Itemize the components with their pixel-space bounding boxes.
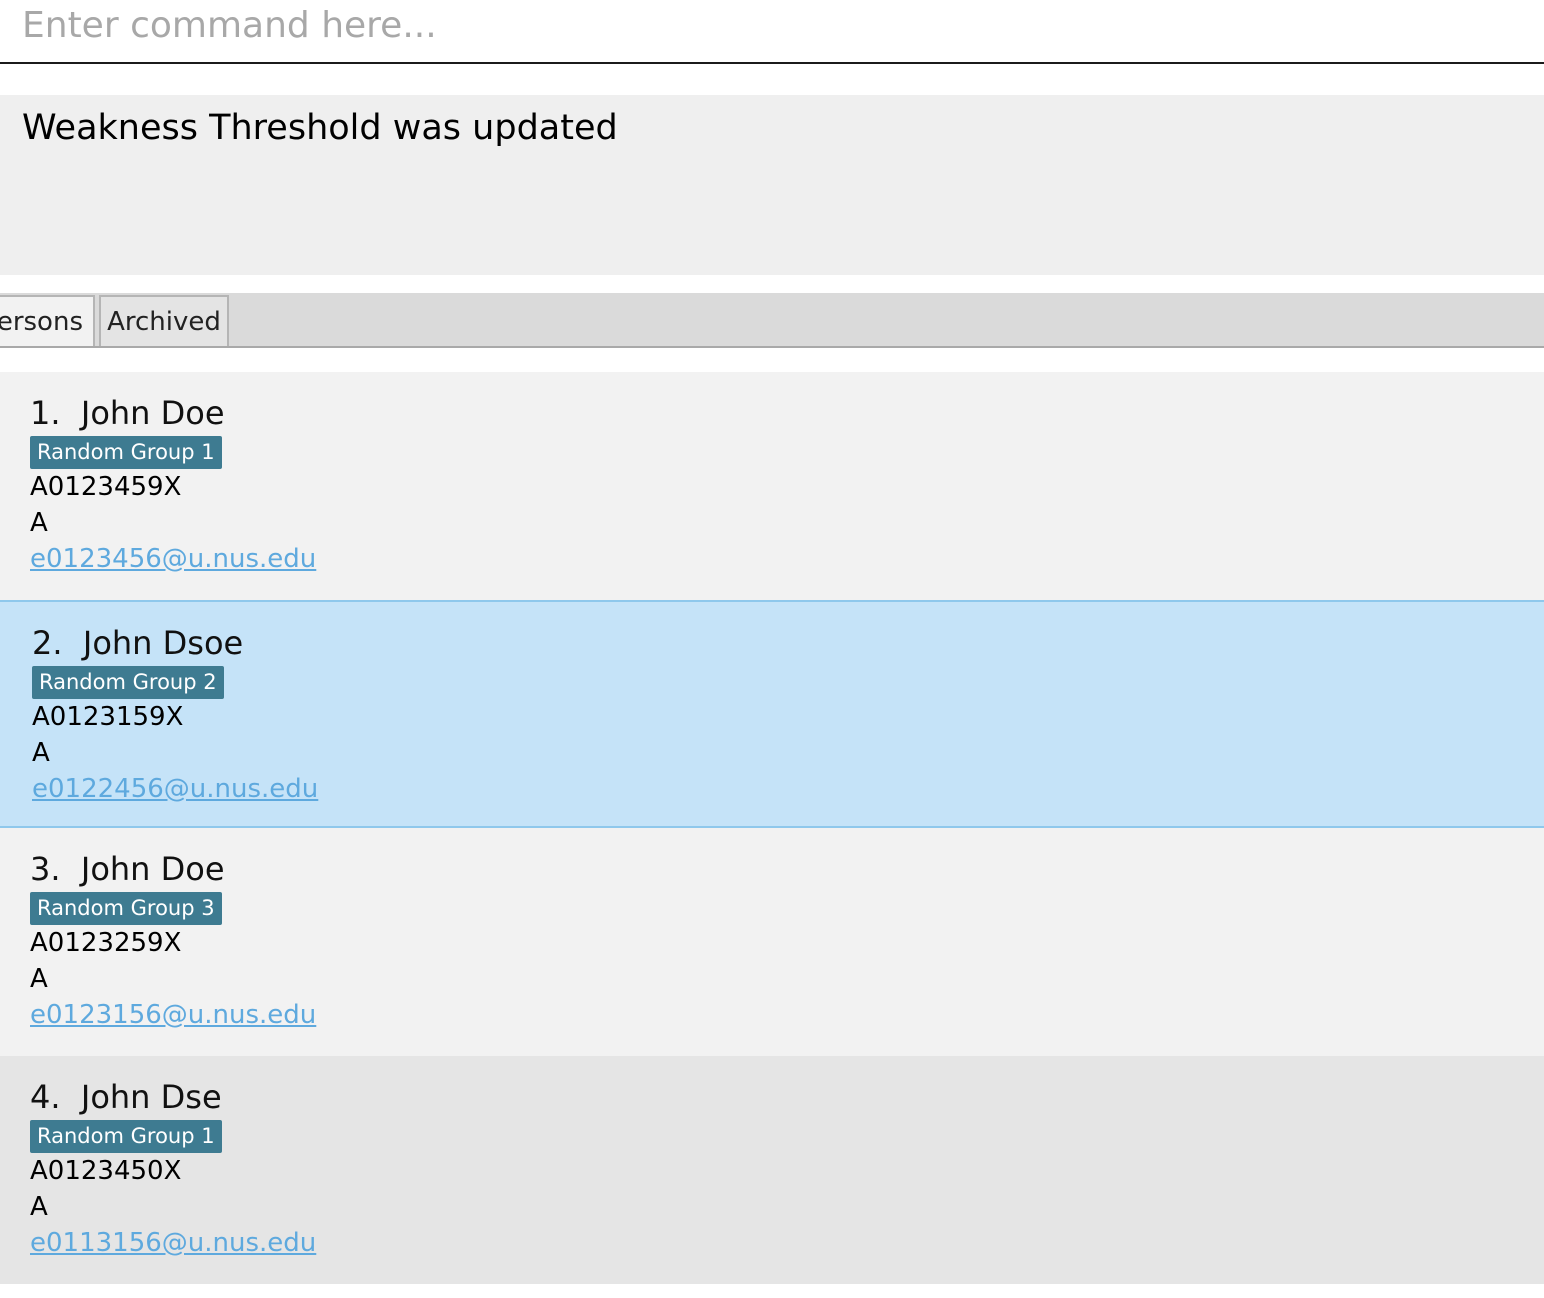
person-name-text: John Dse [80, 1078, 222, 1116]
grade-label: A [30, 1192, 48, 1222]
person-name-text: John Dsoe [82, 624, 244, 662]
tab-persons-label: Persons [0, 307, 83, 337]
command-input[interactable] [0, 0, 1544, 62]
group-tag: Random Group 2 [32, 666, 224, 699]
person-card-selected[interactable]: 2. John Dsoe Random Group 2 A0123159X A … [0, 600, 1544, 828]
result-message: Weakness Threshold was updated [22, 108, 618, 148]
group-tag: Random Group 1 [30, 436, 222, 469]
person-index: 1. [30, 394, 61, 432]
matric-number: A0123459X [30, 472, 182, 502]
grade-label: A [30, 964, 48, 994]
person-name: 4. John Dse [30, 1078, 222, 1116]
person-index: 3. [30, 850, 61, 888]
person-name: 2. John Dsoe [32, 624, 243, 662]
matric-number: A0123159X [32, 702, 184, 732]
person-name-text: John Doe [80, 850, 225, 888]
tab-archived[interactable]: Archived [99, 295, 229, 346]
grade-label: A [32, 738, 50, 768]
person-name-text: John Doe [80, 394, 225, 432]
group-tag: Random Group 3 [30, 892, 222, 925]
person-name: 1. John Doe [30, 394, 225, 432]
tab-archived-label: Archived [107, 307, 221, 337]
matric-number: A0123259X [30, 928, 182, 958]
person-index: 4. [30, 1078, 61, 1116]
group-tag: Random Group 1 [30, 1120, 222, 1153]
person-index: 2. [32, 624, 63, 662]
grade-label: A [30, 508, 48, 538]
person-card[interactable]: 1. John Doe Random Group 1 A0123459X A e… [0, 372, 1544, 600]
command-box [0, 0, 1544, 64]
email-link[interactable]: e0122456@u.nus.edu [32, 774, 318, 804]
tab-persons[interactable]: Persons [0, 295, 95, 346]
email-link[interactable]: e0123156@u.nus.edu [30, 1000, 316, 1030]
email-link[interactable]: e0113156@u.nus.edu [30, 1228, 316, 1258]
matric-number: A0123450X [30, 1156, 182, 1186]
email-link[interactable]: e0123456@u.nus.edu [30, 544, 316, 574]
person-card[interactable]: 4. John Dse Random Group 1 A0123450X A e… [0, 1056, 1544, 1284]
tab-bar: Persons Archived [0, 293, 1544, 348]
person-card[interactable]: 3. John Doe Random Group 3 A0123259X A e… [0, 828, 1544, 1056]
person-name: 3. John Doe [30, 850, 225, 888]
